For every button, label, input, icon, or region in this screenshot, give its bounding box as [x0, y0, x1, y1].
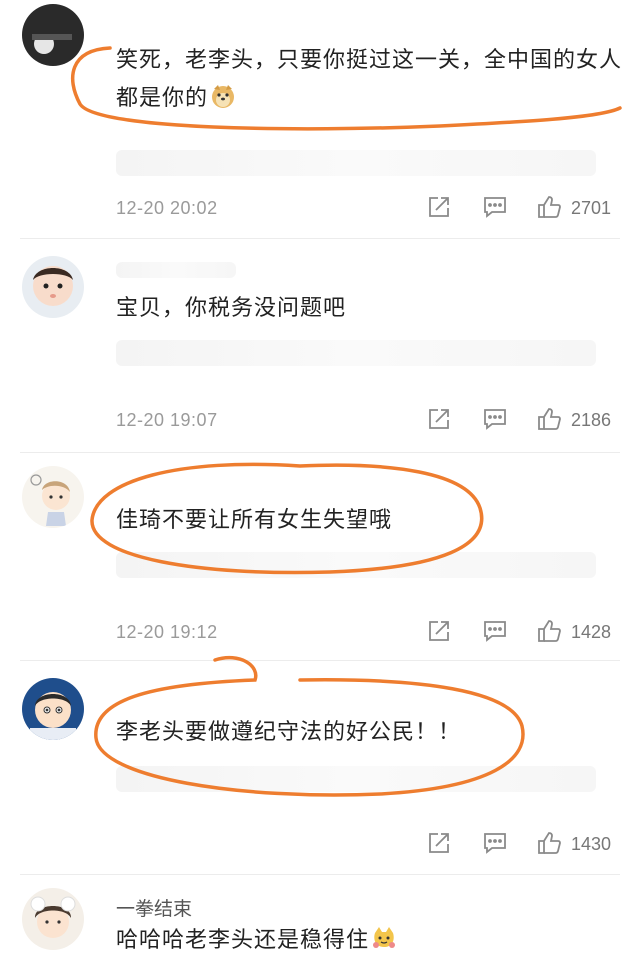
- reply-icon[interactable]: [482, 830, 508, 856]
- blurred-content: [116, 766, 596, 792]
- share-icon[interactable]: [426, 830, 452, 856]
- doge-emoji-icon: [210, 83, 236, 109]
- like-icon[interactable]: [536, 830, 562, 856]
- comment-meta: 1430: [116, 830, 636, 860]
- comment-text: 佳琦不要让所有女生失望哦: [116, 502, 636, 540]
- cat-emoji-icon: [371, 925, 397, 951]
- blurred-content: [116, 150, 596, 176]
- comment-text: 笑死，老李头，只要你挺过这一关，全中国的女人都是你的: [116, 42, 636, 118]
- comment-text-content: 佳琦不要让所有女生失望哦: [116, 508, 393, 533]
- reply-icon[interactable]: [482, 406, 508, 432]
- comment-time: 12-20 19:12: [116, 622, 218, 642]
- like-icon[interactable]: [536, 194, 562, 220]
- divider: [20, 660, 620, 661]
- avatar[interactable]: [22, 888, 84, 950]
- reply-icon[interactable]: [482, 194, 508, 220]
- share-icon[interactable]: [426, 194, 452, 220]
- like-count: 2186: [571, 410, 612, 430]
- comment-meta: 12-20 19:12 1428: [116, 618, 636, 648]
- like-count: 2701: [571, 198, 612, 218]
- like-icon[interactable]: [536, 618, 562, 644]
- comment-time: 12-20 19:07: [116, 410, 218, 430]
- reply-icon[interactable]: [482, 618, 508, 644]
- username[interactable]: 一拳结束: [116, 894, 192, 921]
- like-count: 1430: [571, 834, 612, 854]
- comment-text-content: 哈哈哈老李头还是稳得住: [116, 928, 370, 953]
- comment-text: 李老头要做遵纪守法的好公民！！: [116, 714, 636, 752]
- blurred-content: [116, 552, 596, 578]
- comment-text: 宝贝，你税务没问题吧: [116, 290, 636, 328]
- avatar[interactable]: [22, 4, 84, 66]
- highlight-ring-svg: [70, 46, 622, 797]
- comment-text-content: 笑死，老李头，只要你挺过这一关，全中国的女人都是你的: [116, 48, 623, 111]
- like-count: 1428: [571, 622, 612, 642]
- comment-meta: 12-20 19:07 2186: [116, 406, 636, 436]
- comment-time: 12-20 20:02: [116, 198, 218, 218]
- divider: [20, 238, 620, 239]
- divider: [20, 874, 620, 875]
- avatar[interactable]: [22, 466, 84, 528]
- comment-meta: 12-20 20:02 2701: [116, 194, 636, 224]
- comment-text-content: 宝贝，你税务没问题吧: [116, 296, 347, 321]
- share-icon[interactable]: [426, 406, 452, 432]
- share-icon[interactable]: [426, 618, 452, 644]
- blurred-username: [116, 262, 236, 278]
- avatar[interactable]: [22, 256, 84, 318]
- comment-text-content: 李老头要做遵纪守法的好公民！！: [116, 720, 462, 745]
- like-icon[interactable]: [536, 406, 562, 432]
- divider: [20, 452, 620, 453]
- comment-text: 哈哈哈老李头还是稳得住: [116, 922, 636, 960]
- avatar[interactable]: [22, 678, 84, 740]
- blurred-content: [116, 340, 596, 366]
